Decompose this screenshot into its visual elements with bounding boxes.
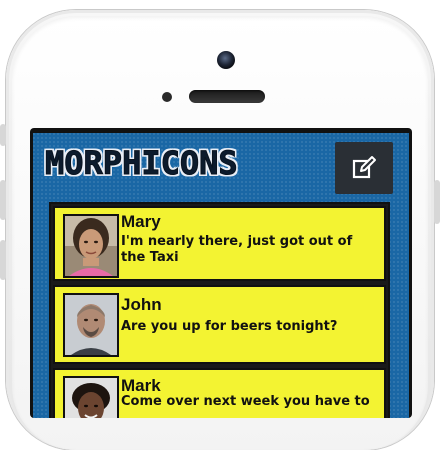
conversation-list: Mary I'm nearly there, just got out of t…: [49, 202, 390, 418]
message-preview: Are you up for beers tonight?: [121, 319, 338, 334]
phone-screen: Morphicons: [30, 128, 412, 418]
contact-name: John: [121, 295, 162, 314]
volume-down-button: [0, 240, 6, 280]
avatar-woman: [63, 214, 119, 278]
message-preview: I'm nearly there, just got out of the Ta…: [121, 234, 353, 265]
conversation-item[interactable]: Mary I'm nearly there, just got out of t…: [53, 206, 386, 281]
app-view: Morphicons: [33, 133, 409, 418]
mute-switch: [0, 124, 6, 146]
volume-up-button: [0, 180, 6, 220]
power-button: [434, 180, 440, 224]
contact-name: Mark: [121, 376, 161, 395]
earpiece-speaker: [189, 90, 265, 103]
front-camera: [217, 51, 235, 69]
compose-button[interactable]: [335, 142, 393, 194]
compose-icon: [352, 156, 376, 179]
conversation-item[interactable]: Mark Come over next week you have to: [53, 368, 386, 418]
avatar-man-curly: [63, 376, 119, 418]
avatar-man-bald: [63, 293, 119, 357]
message-preview: Come over next week you have to: [121, 394, 370, 409]
app-title: Morphicons: [45, 144, 239, 182]
conversation-item[interactable]: John Are you up for beers tonight?: [53, 285, 386, 364]
contact-name: Mary: [121, 212, 161, 231]
proximity-sensor: [162, 92, 172, 102]
